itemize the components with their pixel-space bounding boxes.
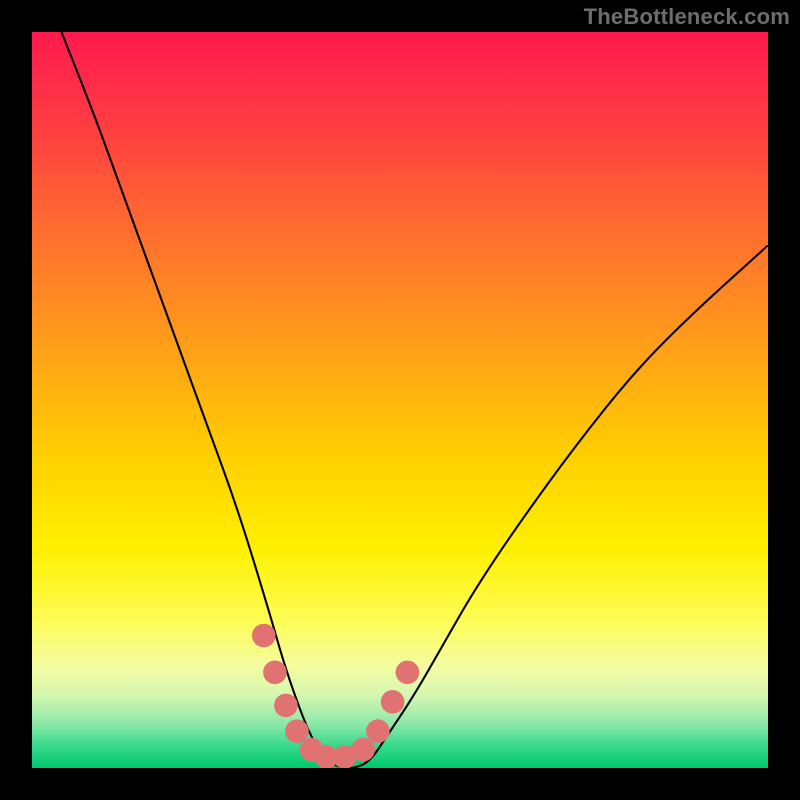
marker-dot xyxy=(263,661,287,685)
marker-dot xyxy=(285,719,309,743)
chart-svg xyxy=(32,32,768,768)
bottleneck-curve xyxy=(61,32,768,768)
credit-label: TheBottleneck.com xyxy=(584,4,790,30)
plot-area xyxy=(32,32,768,768)
marker-dot xyxy=(351,738,375,762)
frame: TheBottleneck.com xyxy=(0,0,800,800)
marker-dot xyxy=(274,694,298,718)
marker-dot xyxy=(381,690,405,714)
marker-dot xyxy=(366,719,390,743)
marker-group xyxy=(252,624,419,768)
marker-dot xyxy=(252,624,276,648)
marker-dot xyxy=(396,661,420,685)
